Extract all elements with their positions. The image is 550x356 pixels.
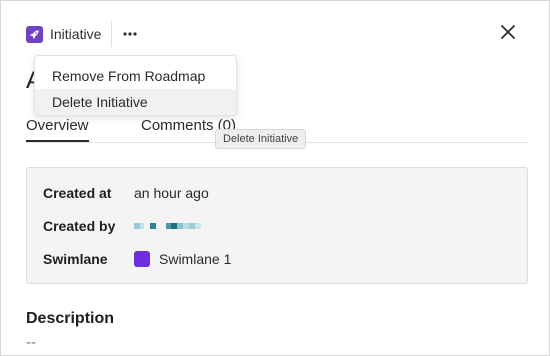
rocket-icon	[26, 25, 43, 43]
created-at-row: Created at an hour ago	[43, 185, 209, 201]
tooltip: Delete Initiative	[215, 129, 307, 149]
close-icon	[501, 25, 515, 39]
description-heading: Description	[26, 310, 115, 327]
swimlane-value: Swimlane 1	[159, 251, 232, 267]
created-at-label: Created at	[43, 185, 112, 201]
menu-item-remove-from-roadmap[interactable]: Remove From Roadmap	[35, 63, 236, 89]
more-options-button[interactable]	[120, 24, 140, 44]
created-by-value-redacted	[134, 223, 201, 229]
swimlane-color-swatch	[134, 251, 150, 267]
item-type-label: Initiative	[50, 26, 102, 42]
description-value[interactable]: --	[26, 334, 36, 351]
more-options-menu: Remove From Roadmap Delete Initiative	[34, 55, 237, 116]
initiative-detail-panel: Initiative A Overview Comments (0) Delet…	[0, 0, 550, 356]
header-divider	[111, 21, 113, 47]
created-at-value: an hour ago	[134, 185, 209, 201]
details-card: Created at an hour ago Created by Swimla…	[26, 167, 528, 284]
swimlane-row: Swimlane Swimlane 1	[43, 251, 231, 267]
swimlane-label: Swimlane	[43, 251, 108, 267]
created-by-row: Created by	[43, 218, 201, 234]
close-button[interactable]	[500, 24, 516, 40]
created-by-label: Created by	[43, 218, 116, 234]
ellipsis-icon	[123, 32, 137, 36]
panel-header: Initiative	[26, 21, 140, 47]
menu-item-delete-initiative[interactable]: Delete Initiative	[35, 89, 236, 115]
tab-overview[interactable]: Overview	[26, 117, 89, 142]
